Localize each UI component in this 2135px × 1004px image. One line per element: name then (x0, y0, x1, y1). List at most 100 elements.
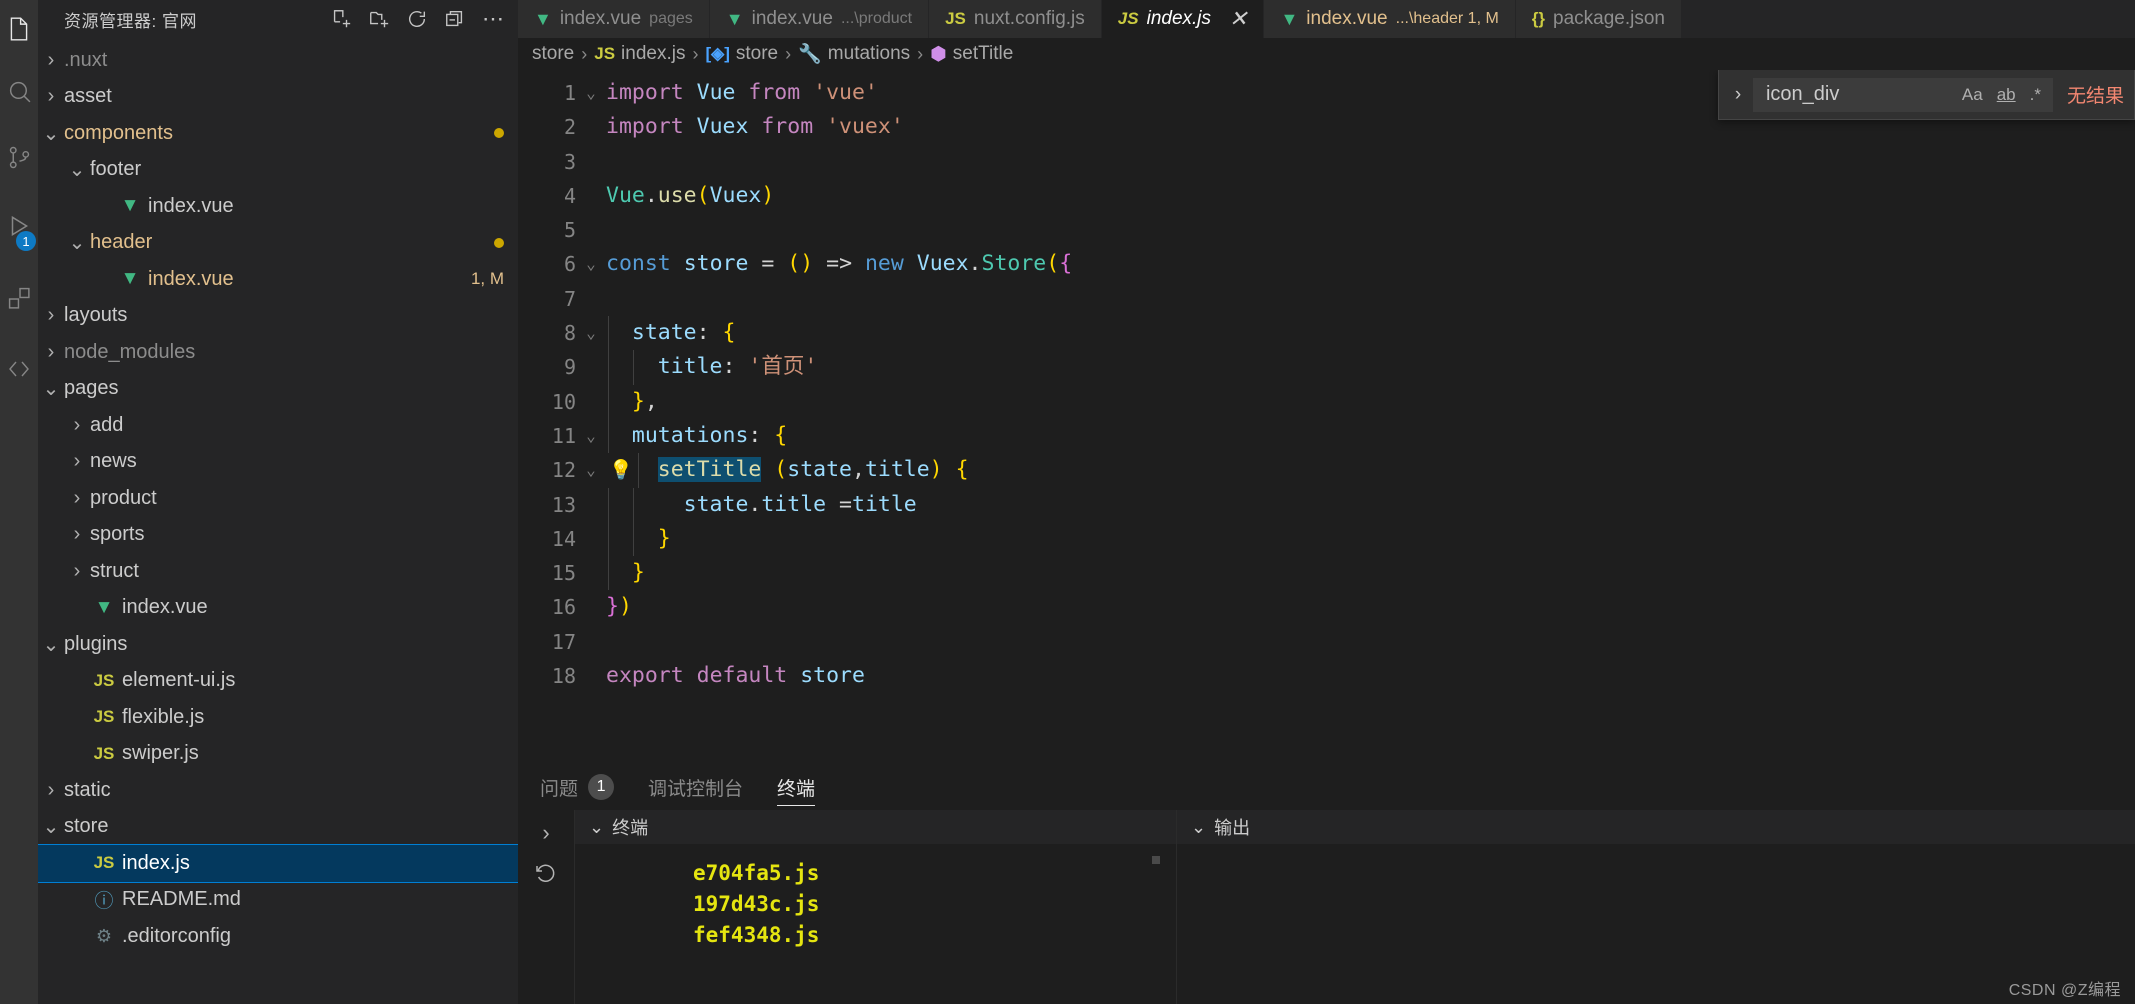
search-icon[interactable] (0, 58, 38, 124)
match-whole-word-option[interactable]: ab (1992, 83, 2021, 107)
chevron-right-icon[interactable]: › (64, 414, 90, 437)
code-line: 16}) (518, 590, 2135, 624)
new-folder-icon[interactable] (368, 8, 390, 30)
history-icon[interactable] (534, 862, 558, 891)
code-editor[interactable]: 1 ⌄ import Vue from 'vue' 2 import Vuex fro… (518, 70, 2135, 764)
use-regex-option[interactable]: .* (2025, 83, 2046, 107)
new-file-icon[interactable] (330, 8, 352, 30)
terminal-output[interactable]: e704fa5.js 197d43c.js fef4348.js (575, 844, 1176, 1004)
chevron-right-icon[interactable]: › (38, 49, 64, 72)
tree-item-header[interactable]: ⌄ header (38, 225, 518, 262)
match-case-option[interactable]: Aa (1957, 83, 1988, 107)
chevron-right-icon[interactable]: › (64, 487, 90, 510)
editor-tab-index-vue[interactable]: ▼ index.vue ...\header 1, M (1264, 0, 1516, 38)
vue-file-icon: ▼ (725, 8, 744, 29)
breadcrumb-item-settitle[interactable]: ⬢ setTitle (930, 43, 1013, 66)
source-control-icon[interactable] (0, 124, 38, 190)
run-and-debug-icon[interactable]: 1 (0, 190, 38, 262)
tree-item-label: add (90, 413, 124, 436)
tree-item-store[interactable]: ⌄ store (38, 809, 518, 846)
toggle-replace-chevron-icon[interactable]: › (1723, 84, 1753, 106)
tree-item-flexible-js[interactable]: JS flexible.js (38, 699, 518, 736)
terminal-pane-header[interactable]: ⌄ 终端 (575, 810, 1176, 844)
tree-item--editorconfig[interactable]: ⚙ .editorconfig (38, 918, 518, 955)
chevron-right-icon[interactable]: › (64, 450, 90, 473)
fold-chevron-icon[interactable]: ⌄ (576, 453, 606, 487)
markdown-file-icon: ⓘ (94, 891, 114, 913)
collapse-all-icon[interactable] (444, 8, 466, 30)
breadcrumb-item-index-js[interactable]: JS index.js (594, 43, 685, 65)
tree-item-sports[interactable]: › sports (38, 517, 518, 554)
tree-item-swiper-js[interactable]: JS swiper.js (38, 736, 518, 773)
chevron-down-icon[interactable]: ⌄ (38, 632, 64, 657)
tree-item-index-js[interactable]: JS index.js (38, 844, 518, 883)
code-line: 4 Vue.use(Vuex) (518, 179, 2135, 213)
chevron-right-icon[interactable]: › (38, 779, 64, 802)
tree-item-layouts[interactable]: › layouts (38, 298, 518, 335)
output-pane-header[interactable]: ⌄ 输出 (1177, 810, 2135, 844)
editor-tab-index-vue[interactable]: ▼ index.vue ...\product (709, 0, 930, 38)
code-text: } (606, 521, 671, 557)
chevron-right-icon[interactable]: › (542, 820, 549, 846)
breadcrumb-item-store[interactable]: [◈] store (705, 43, 778, 65)
fold-chevron-icon[interactable]: ⌄ (576, 419, 606, 453)
chevron-right-icon[interactable]: › (38, 85, 64, 108)
chevron-down-icon[interactable]: ⌄ (1191, 817, 1206, 838)
find-input[interactable]: icon_div Aa ab .* (1752, 77, 2053, 112)
tree-item-index-vue[interactable]: ▼ index.vue (38, 590, 518, 627)
find-input-value[interactable]: icon_div (1766, 83, 1953, 106)
tree-item-index-vue[interactable]: ▼ index.vue 1, M (38, 261, 518, 298)
breadcrumb-item-mutations[interactable]: 🔧 mutations (798, 42, 910, 66)
code-line: 13 state.title =title (518, 487, 2135, 522)
chevron-down-icon[interactable]: ⌄ (64, 157, 90, 182)
breadcrumb-item-store[interactable]: store (532, 43, 574, 65)
vue-file-icon: ▼ (1280, 8, 1299, 29)
tree-item--nuxt[interactable]: › .nuxt (38, 42, 518, 79)
chevron-right-icon[interactable]: › (64, 560, 90, 583)
chevron-right-icon[interactable]: › (38, 304, 64, 327)
refresh-icon[interactable] (406, 8, 428, 30)
chevron-down-icon[interactable]: ⌄ (38, 814, 64, 839)
find-widget[interactable]: › icon_div Aa ab .* 无结果 (1717, 70, 2135, 120)
tree-item-pages[interactable]: ⌄ pages (38, 371, 518, 408)
tab-close-icon[interactable]: ✕ (1229, 8, 1247, 30)
tree-item-plugins[interactable]: ⌄ plugins (38, 626, 518, 663)
remote-explorer-icon[interactable] (0, 334, 38, 404)
extensions-icon[interactable] (0, 262, 38, 334)
chevron-right-icon[interactable]: › (64, 523, 90, 546)
tree-item-asset[interactable]: › asset (38, 79, 518, 116)
tree-item-index-vue[interactable]: ▼ index.vue (38, 188, 518, 225)
tree-item-product[interactable]: › product (38, 480, 518, 517)
editor-tab-nuxt-config-js[interactable]: JS nuxt.config.js (929, 0, 1102, 38)
editor-tab-package-json[interactable]: {} package.json (1515, 0, 1682, 38)
output-content[interactable] (1177, 844, 2135, 1004)
tree-item-node-modules[interactable]: › node_modules (38, 334, 518, 371)
editor-tab-index-js[interactable]: JS index.js ✕ (1101, 0, 1265, 38)
chevron-down-icon[interactable]: ⌄ (38, 376, 64, 401)
panel-tab-0[interactable]: 问题 1 (540, 764, 615, 810)
more-actions-icon[interactable]: ⋯ (482, 8, 506, 30)
tree-item-label: .editorconfig (122, 924, 231, 947)
editor-tab-index-vue[interactable]: ▼ index.vue pages (518, 0, 710, 38)
tree-item-label: index.vue (122, 596, 208, 619)
tree-item-element-ui-js[interactable]: JS element-ui.js (38, 663, 518, 700)
tree-item-news[interactable]: › news (38, 444, 518, 481)
chevron-down-icon[interactable]: ⌄ (589, 817, 604, 838)
fold-chevron-icon[interactable]: ⌄ (576, 316, 606, 350)
panel-tab-2[interactable]: 终端 (777, 764, 816, 810)
tree-item-components[interactable]: ⌄ components (38, 115, 518, 152)
tree-item-footer[interactable]: ⌄ footer (38, 152, 518, 189)
explorer-icon[interactable] (0, 0, 38, 58)
chevron-right-icon[interactable]: › (38, 341, 64, 364)
chevron-down-icon[interactable]: ⌄ (38, 121, 64, 146)
panel-tab-label: 终端 (777, 778, 816, 800)
panel-tab-1[interactable]: 调试控制台 (648, 764, 743, 810)
fold-chevron-icon[interactable]: ⌄ (576, 76, 606, 110)
tree-item-add[interactable]: › add (38, 407, 518, 444)
vue-file-icon: ▼ (534, 8, 552, 29)
chevron-down-icon[interactable]: ⌄ (64, 230, 90, 255)
fold-chevron-icon[interactable]: ⌄ (576, 247, 606, 281)
tree-item-readme-md[interactable]: ⓘ README.md (38, 882, 518, 919)
tree-item-static[interactable]: › static (38, 772, 518, 809)
tree-item-struct[interactable]: › struct (38, 553, 518, 590)
